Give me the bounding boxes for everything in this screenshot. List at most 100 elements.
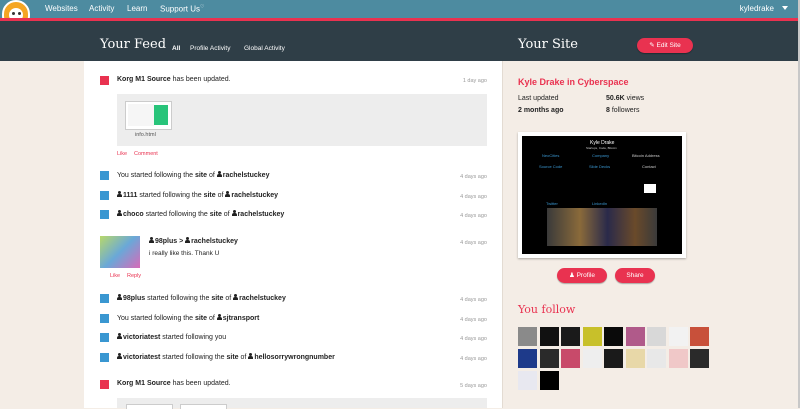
followed-site-thumbnail[interactable] — [668, 349, 688, 368]
user-link[interactable]: sjtransport — [216, 314, 259, 322]
follow-event-icon — [100, 171, 109, 180]
followed-site-thumbnail[interactable] — [668, 327, 688, 346]
user-link[interactable]: hellosorrywrongnumber — [248, 353, 335, 361]
user-link-label: 1111 — [123, 192, 138, 199]
file-thumbnail[interactable] — [125, 101, 172, 130]
site-screenshot[interactable]: Kyle Drake Startups, Code, Bitcoin NeoCi… — [522, 136, 682, 254]
screenshot-link: Slide Decks — [589, 164, 611, 169]
followed-site-thumbnail[interactable] — [690, 349, 709, 368]
screenshot-bitcoin: Bitcoin Address — [632, 153, 660, 158]
followed-site-thumbnail[interactable] — [625, 349, 645, 368]
event-text: started following the — [128, 172, 195, 179]
nav-websites-link[interactable]: Websites — [45, 4, 78, 13]
feed-event: You started following the site of rachel… — [117, 171, 269, 179]
event-text: of — [215, 192, 226, 199]
screenshot-link: Source Code — [539, 164, 563, 169]
site-name-link[interactable]: Kyle Drake in Cyberspace — [518, 77, 629, 87]
followed-site-thumbnail[interactable] — [518, 349, 537, 368]
thumb-accent — [154, 105, 168, 125]
tab-profile-activity[interactable]: Profile Activity — [190, 45, 230, 52]
followed-site-thumbnail[interactable] — [561, 327, 580, 346]
event-text: of — [207, 315, 217, 322]
user-link[interactable]: victoriatest — [117, 353, 161, 361]
follow-event-icon — [100, 333, 109, 342]
views-label: views — [626, 95, 645, 102]
followed-site-thumbnail[interactable] — [518, 327, 537, 346]
file-name[interactable]: info.html — [135, 132, 156, 138]
last-updated-label: Last updated — [518, 95, 559, 102]
share-button[interactable]: Share — [615, 268, 655, 283]
user-link[interactable]: rachelstuckey — [231, 210, 284, 218]
nav-activity-link[interactable]: Activity — [89, 4, 114, 13]
top-nav-bar: Websites Activity Learn Support Us♡ kyle… — [0, 0, 800, 30]
file-thumbnail[interactable] — [126, 404, 173, 409]
user-link[interactable]: 1111 — [117, 191, 138, 199]
event-text: has been updated. — [170, 76, 231, 83]
tab-all[interactable]: All — [172, 45, 180, 52]
user-link[interactable]: rachelstuckey — [216, 171, 269, 179]
separator: > — [177, 238, 186, 245]
followed-site-thumbnail[interactable] — [647, 327, 666, 346]
event-time: 4 days ago — [460, 356, 487, 362]
event-time: 1 day ago — [462, 78, 487, 84]
followed-site-thumbnail[interactable] — [582, 327, 602, 346]
feed-event: You started following the site of sjtran… — [117, 314, 259, 322]
followed-site-thumbnail[interactable] — [647, 349, 666, 368]
person-icon — [225, 191, 231, 197]
feed-event: victoriatest started following the site … — [117, 353, 335, 361]
user-link[interactable]: choco — [117, 210, 144, 218]
event-text: started following the — [143, 211, 210, 218]
chevron-down-icon[interactable] — [782, 6, 788, 10]
user-menu[interactable]: kyledrake — [740, 4, 774, 13]
followed-site-thumbnail[interactable] — [539, 349, 559, 368]
event-text: started following the — [145, 295, 212, 302]
user-link[interactable]: 98plus — [117, 294, 145, 302]
heart-icon: ♡ — [200, 4, 205, 10]
file-thumbnail[interactable] — [180, 404, 227, 409]
like-link[interactable]: Like — [110, 273, 120, 279]
like-link[interactable]: Like — [117, 151, 127, 157]
site-word: site — [194, 172, 208, 179]
followed-site-thumbnail[interactable] — [690, 327, 709, 346]
followed-site-thumbnail[interactable] — [604, 327, 623, 346]
user-link[interactable]: rachelstuckey — [233, 294, 286, 302]
event-text: started following the — [128, 315, 195, 322]
site-link[interactable]: Korg M1 Source — [117, 76, 171, 83]
user-link[interactable]: victoriatest — [117, 333, 160, 341]
user-link-label: victoriatest — [123, 354, 161, 361]
nav-learn-link[interactable]: Learn — [127, 4, 147, 13]
followed-site-thumbnail[interactable] — [625, 327, 645, 346]
followed-site-thumbnail[interactable] — [539, 327, 559, 346]
update-event-icon — [100, 380, 109, 389]
person-icon — [185, 237, 191, 243]
followed-site-thumbnail[interactable] — [561, 349, 580, 368]
followed-site-thumbnail[interactable] — [518, 371, 537, 390]
tab-global-activity[interactable]: Global Activity — [244, 45, 285, 52]
user-link[interactable]: rachelstuckey — [225, 191, 278, 199]
nav-support-link[interactable]: Support Us♡ — [160, 4, 205, 14]
profile-button[interactable]: ♟ Profile — [557, 268, 607, 283]
followed-site-thumbnail[interactable] — [539, 371, 559, 390]
comment-link[interactable]: Comment — [134, 151, 158, 157]
feed-event: Korg M1 Source has been updated. — [117, 380, 231, 387]
logo-eye-left — [12, 12, 15, 15]
nav-support-label: Support Us — [160, 4, 201, 14]
edit-site-button[interactable]: ✎ Edit Site — [637, 38, 693, 53]
site-word: site — [226, 354, 239, 361]
site-word: site — [211, 295, 224, 302]
reply-link[interactable]: Reply — [127, 273, 141, 279]
follow-event-icon — [100, 191, 109, 200]
site-link[interactable]: Korg M1 Source — [117, 380, 171, 387]
event-time: 4 days ago — [460, 174, 487, 180]
avatar[interactable] — [100, 236, 140, 268]
user-link[interactable]: 98plus — [149, 237, 177, 245]
followed-site-thumbnail[interactable] — [582, 349, 602, 368]
comment-text: i really like this. Thank U — [149, 250, 220, 257]
profile-label: Profile — [576, 272, 596, 279]
follow-event-icon — [100, 210, 109, 219]
event-text: of — [221, 211, 232, 218]
site-word: site — [194, 315, 208, 322]
followed-site-thumbnail[interactable] — [604, 349, 623, 368]
user-link[interactable]: rachelstuckey — [185, 237, 238, 245]
event-text: started following the — [160, 354, 227, 361]
